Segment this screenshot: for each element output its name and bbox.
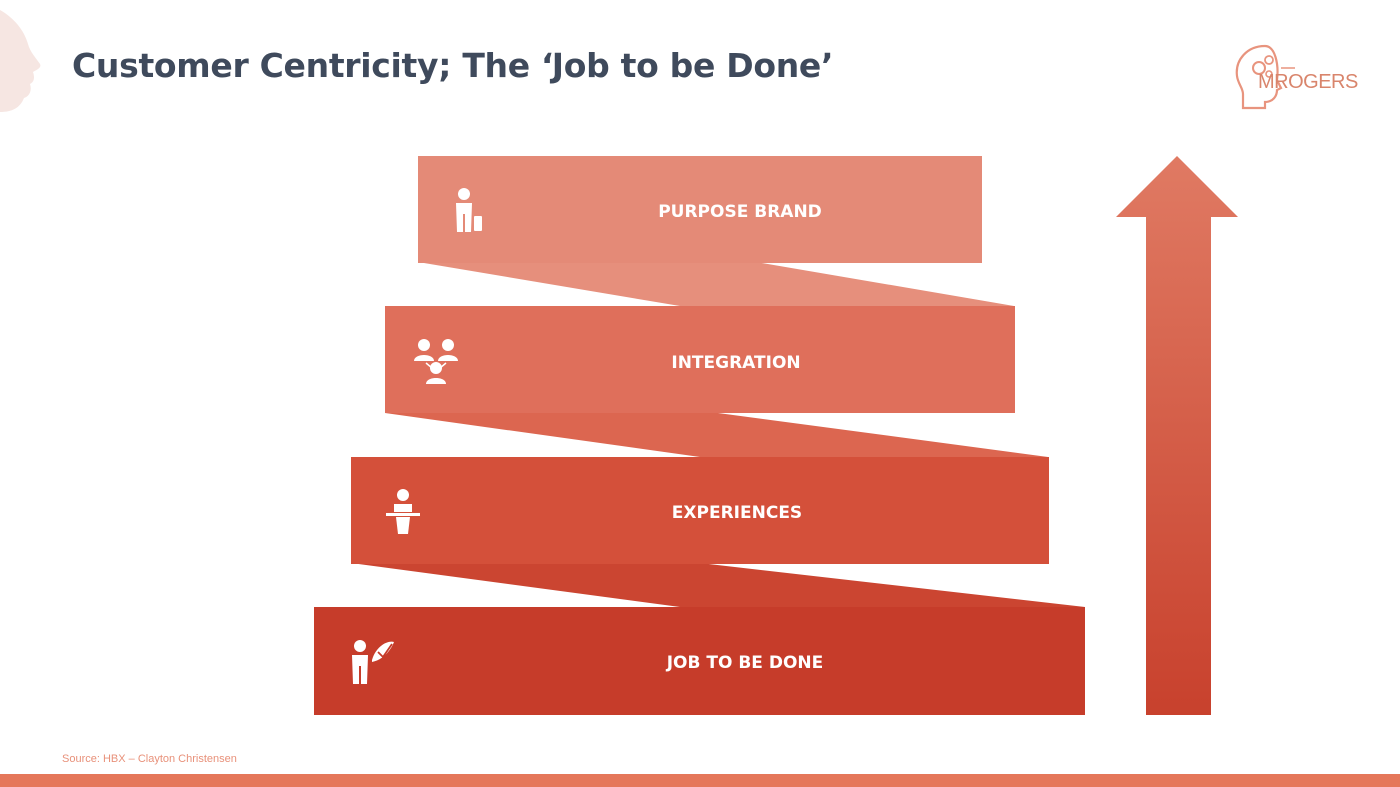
ribbon-connector-2 — [385, 413, 1048, 457]
step-label-purpose-brand: PURPOSE BRAND — [658, 202, 822, 222]
upward-arrow-icon — [1116, 156, 1238, 715]
ribbon-connector-1 — [418, 262, 1014, 306]
job-to-be-done-diagram: PURPOSE BRAND INTEGRATION EXPERIENCES JO… — [314, 156, 1238, 715]
step-label-integration: INTEGRATION — [671, 353, 800, 373]
step-label-job-to-be-done: JOB TO BE DONE — [666, 653, 824, 673]
footer-accent-bar — [0, 774, 1400, 787]
step-label-experiences: EXPERIENCES — [672, 503, 802, 523]
source-note: Source: HBX – Clayton Christensen — [62, 753, 237, 765]
ribbon-connector-3 — [351, 563, 1085, 607]
